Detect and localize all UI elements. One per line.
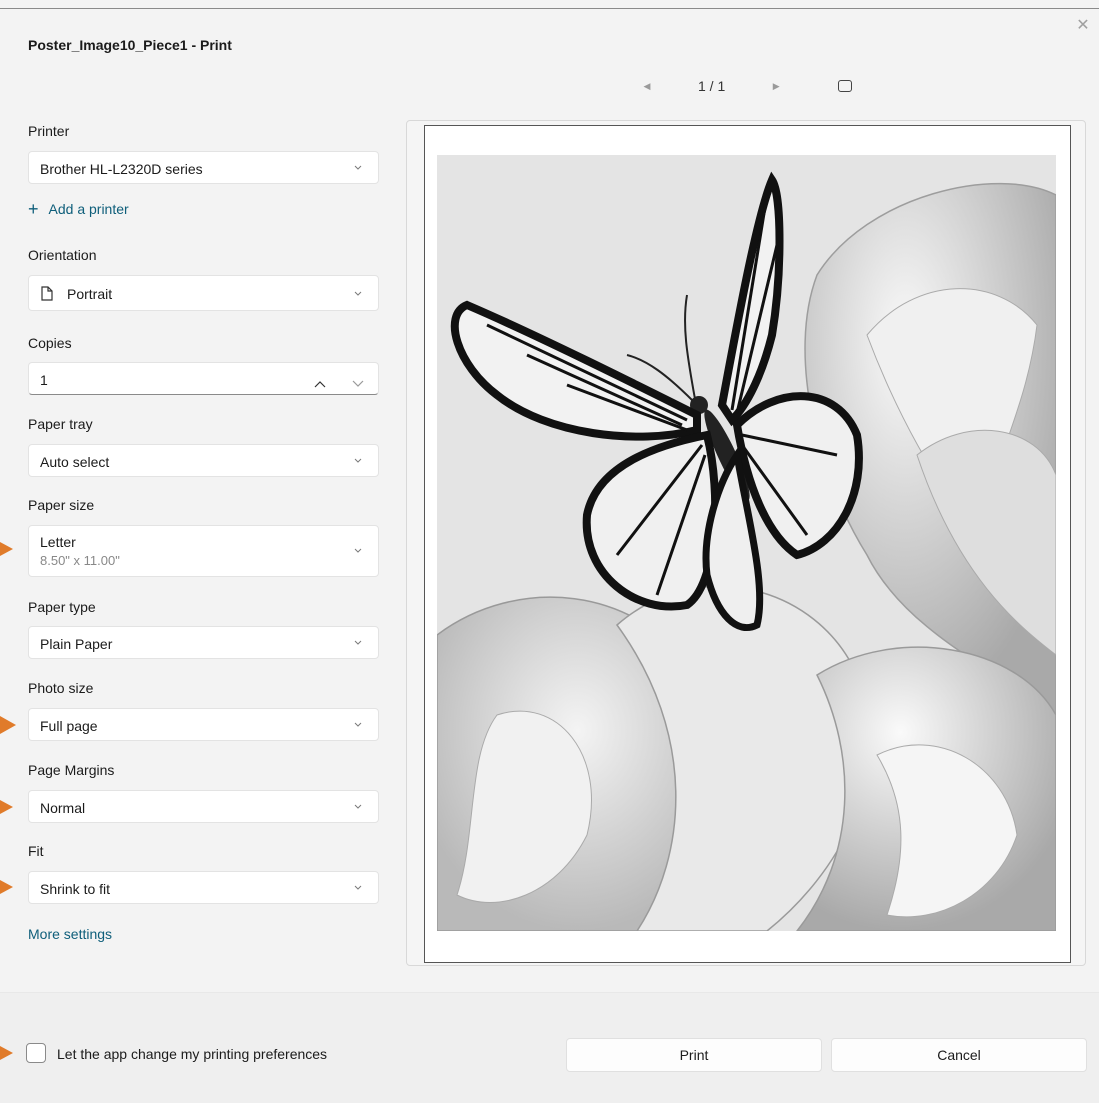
add-printer-link[interactable]: + Add a printer	[28, 199, 129, 219]
orientation-select[interactable]: Portrait	[28, 275, 379, 311]
orientation-value: Portrait	[67, 286, 113, 302]
printer-label: Printer	[28, 123, 70, 139]
marker-arrow	[0, 800, 13, 814]
window-top-border	[0, 8, 1099, 9]
fit-label: Fit	[28, 843, 44, 859]
paper-type-label: Paper type	[28, 599, 96, 615]
page-margins-value: Normal	[40, 800, 86, 816]
copies-label: Copies	[28, 335, 72, 351]
more-settings-link[interactable]: More settings	[28, 926, 112, 942]
paper-size-dimensions: 8.50" x 11.00"	[40, 553, 120, 568]
paper-tray-label: Paper tray	[28, 416, 93, 432]
fit-select[interactable]: Shrink to fit	[28, 871, 379, 904]
marker-arrow	[0, 1046, 13, 1060]
fit-value: Shrink to fit	[40, 881, 111, 897]
chevron-down-icon	[354, 458, 362, 466]
chevron-down-icon	[354, 722, 362, 730]
add-printer-label: Add a printer	[48, 201, 129, 217]
chevron-down-icon	[354, 640, 362, 648]
page-margins-select[interactable]: Normal	[28, 790, 379, 823]
portrait-page-icon	[41, 286, 53, 304]
photo-size-select[interactable]: Full page	[28, 708, 379, 741]
photo-size-value: Full page	[40, 718, 98, 734]
decrement-icon[interactable]	[352, 375, 364, 391]
next-page-icon[interactable]: ▶	[769, 79, 783, 93]
chevron-down-icon	[354, 885, 362, 893]
plus-icon: +	[28, 199, 39, 219]
printer-select[interactable]: Brother HL-L2320D series	[28, 151, 379, 184]
copies-value: 1	[40, 372, 48, 388]
preferences-checkbox[interactable]	[26, 1043, 46, 1063]
paper-size-select[interactable]: Letter 8.50" x 11.00"	[28, 525, 379, 577]
chevron-down-icon	[354, 165, 362, 173]
page-margins-label: Page Margins	[28, 762, 115, 778]
paper-size-label: Paper size	[28, 497, 95, 513]
paper-tray-value: Auto select	[40, 454, 110, 470]
orientation-label: Orientation	[28, 247, 97, 263]
increment-icon[interactable]	[314, 375, 326, 391]
butterfly-flowers-illustration	[437, 155, 1056, 931]
cancel-button[interactable]: Cancel	[831, 1038, 1087, 1072]
page-navigator: ◀ 1 / 1 ▶	[640, 78, 783, 94]
copies-stepper[interactable]: 1	[28, 362, 379, 395]
previous-page-icon[interactable]: ◀	[640, 79, 654, 93]
chevron-down-icon	[354, 291, 362, 299]
preferences-label: Let the app change my printing preferenc…	[57, 1046, 328, 1062]
dialog-title: Poster_Image10_Piece1 - Print	[28, 37, 232, 53]
chevron-down-icon	[354, 548, 362, 556]
photo-size-label: Photo size	[28, 680, 94, 696]
paper-tray-select[interactable]: Auto select	[28, 444, 379, 477]
marker-arrow	[0, 716, 16, 734]
paper-type-select[interactable]: Plain Paper	[28, 626, 379, 659]
paper-size-value: Letter	[40, 534, 76, 550]
close-icon[interactable]: ✕	[1075, 18, 1091, 34]
marker-arrow	[0, 542, 13, 556]
marker-arrow	[0, 880, 13, 894]
printer-value: Brother HL-L2320D series	[40, 161, 203, 177]
print-button[interactable]: Print	[566, 1038, 822, 1072]
chevron-down-icon	[354, 804, 362, 812]
fit-to-window-icon[interactable]	[838, 80, 852, 92]
page-counter: 1 / 1	[698, 78, 726, 94]
paper-type-value: Plain Paper	[40, 636, 113, 652]
preview-image	[437, 155, 1056, 931]
